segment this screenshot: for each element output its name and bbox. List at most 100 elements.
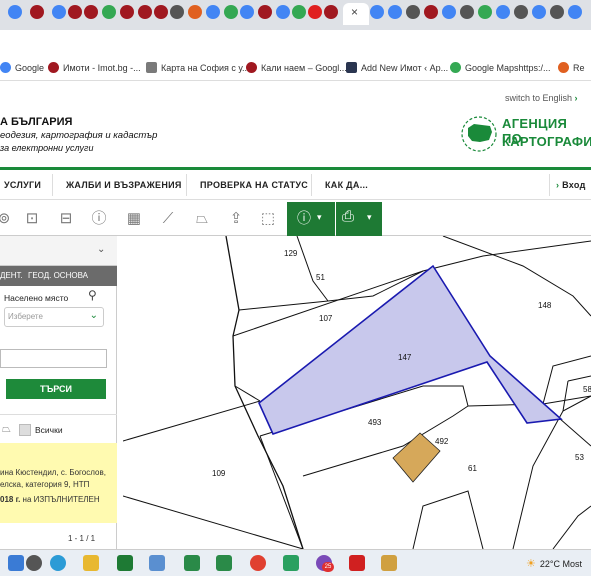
edge-icon[interactable] [50,555,66,571]
parcel-label: 53 [575,453,584,462]
login-link[interactable]: › Вход [556,180,586,190]
select-all-checkbox[interactable] [19,424,31,436]
tab-favicon[interactable] [514,5,528,19]
tab-favicon[interactable] [292,5,306,19]
info-icon[interactable]: ⓘ [89,209,109,229]
store-icon[interactable] [117,555,133,571]
search-result-item[interactable]: ина Кюстендил, с. Богослов, елска, катег… [0,443,117,523]
parcel-label: 129 [284,249,298,258]
tab-favicon[interactable] [324,5,338,19]
tab-favicon[interactable] [206,5,220,19]
tab-favicon[interactable] [424,5,438,19]
tab-favicon[interactable] [138,5,152,19]
tab-favicon[interactable] [188,5,202,19]
bookmark-google-maps[interactable]: Google Mapshttps:/... [450,62,551,73]
tab-favicon[interactable] [568,5,582,19]
tab-favicon[interactable] [308,5,322,19]
tab-favicon[interactable] [460,5,474,19]
tab-favicon[interactable] [258,5,272,19]
tab-favicon[interactable] [120,5,134,19]
tab-favicon[interactable] [496,5,510,19]
tab-geodetic-basis[interactable]: ГЕОД. ОСНОВА [28,271,88,280]
imot-icon [48,62,59,73]
tab-favicon[interactable] [240,5,254,19]
polygon-measure-icon[interactable]: ⏢ [192,209,212,229]
chevron-down-icon: ▾ [317,212,322,222]
tab-favicon[interactable] [102,5,116,19]
bookmark-re[interactable]: Re [558,62,585,73]
nav-item-status-check[interactable]: ПРОВЕРКА НА СТАТУС [200,180,308,190]
page-title: А БЪЛГАРИЯ [0,116,73,128]
agency-logo[interactable]: АГЕНЦИЯ ПО КАРТОГРАФИ [460,114,591,154]
nav-divider [52,174,53,196]
folder-icon[interactable] [381,555,397,571]
parcel-label: 109 [212,469,226,478]
tab-favicon[interactable] [154,5,168,19]
ruler-icon[interactable]: ⟋ [158,209,178,229]
bookmark-google[interactable]: Google [0,62,44,73]
target-icon[interactable]: ⊚ [0,209,14,229]
address-bar-area[interactable] [0,30,591,52]
grid-select-icon[interactable]: ▦ [124,209,144,229]
windows-start-icon[interactable] [8,555,24,571]
search-icon[interactable] [26,555,42,571]
parcel-label: 492 [435,437,449,446]
sheets-icon[interactable] [216,555,232,571]
nav-item-complaints[interactable]: ЖАЛБИ И ВЪЗРАЖЕНИЯ [66,180,182,190]
layers-info-button[interactable]: ⓘ ▾ [287,202,335,236]
search-sidebar: ⌄ ДЕНТ. ГЕОД. ОСНОВА Населено място ⚲ Из… [0,236,117,549]
tab-favicon[interactable] [370,5,384,19]
bookmark-add-new-imot[interactable]: Add New Имот ‹ Ap... [346,62,448,73]
sheets-icon[interactable] [283,555,299,571]
tab-identifier[interactable]: ДЕНТ. [0,271,23,280]
settlement-select[interactable]: Изберете ⌄ [4,307,104,327]
excel-icon[interactable] [184,555,200,571]
remove-frame-icon[interactable]: ⊟ [56,209,76,229]
building-outline [392,432,441,483]
tab-favicon[interactable] [52,5,66,19]
bookmark-sofia-map[interactable]: Карта на София с у... [146,62,249,73]
acrobat-icon[interactable] [349,555,365,571]
notification-badge: 25 [322,562,334,572]
search-button[interactable]: ТЪРСИ [6,379,106,399]
bookmarks-bar: Google Имоти - Imot.bg -... Карта на Соф… [0,55,591,81]
polygon-select-icon[interactable]: ⏢ [2,423,11,436]
tab-favicon[interactable] [478,5,492,19]
header-subtitle: еодезия, картография и кадастър [0,130,158,141]
chevron-down-icon: ⌄ [97,244,106,255]
file-explorer-icon[interactable] [83,555,99,571]
tab-favicon[interactable] [532,5,546,19]
tab-favicon[interactable] [224,5,238,19]
switch-language-link[interactable]: switch to English › [505,93,578,103]
login-icon: › [556,180,560,190]
tab-favicon[interactable] [276,5,290,19]
location-pin-icon[interactable]: ⚲ [88,288,97,302]
search-input[interactable] [0,349,107,368]
result-category: елска, категория 9, НТП [0,480,90,489]
tab-favicon[interactable] [442,5,456,19]
cadastral-map[interactable]: 129 51 107 147 148 493 492 109 61 53 58 [123,236,591,549]
tab-favicon[interactable] [84,5,98,19]
close-tab-icon[interactable]: × [351,5,358,19]
bookmark-kali-naem[interactable]: Кали наем – Googl... [246,62,347,73]
tab-favicon[interactable] [68,5,82,19]
tab-favicon[interactable] [550,5,564,19]
nav-item-how-to[interactable]: КАК ДА... [325,180,368,190]
tab-favicon[interactable] [406,5,420,19]
print-button[interactable]: ⎙ ▾ [336,202,382,236]
selected-parcel-147[interactable] [258,264,563,435]
tab-favicon[interactable] [388,5,402,19]
tab-favicon[interactable] [170,5,184,19]
sidebar-dropdown[interactable]: ⌄ [0,236,117,266]
photos-icon[interactable] [149,555,165,571]
upload-icon[interactable]: ⇪ [226,209,246,229]
tab-favicon[interactable] [30,5,44,19]
tab-favicon[interactable] [8,5,22,19]
weather-widget[interactable]: ☀ 22°C Most [526,557,582,570]
dashed-select-icon[interactable]: ⬚ [258,209,278,229]
chrome-icon[interactable] [250,555,266,571]
map-canvas[interactable]: 129 51 107 147 148 493 492 109 61 53 58 [123,236,591,549]
bookmark-imot[interactable]: Имоти - Imot.bg -... [48,62,141,73]
add-frame-icon[interactable]: ⊡ [22,209,42,229]
nav-item-services[interactable]: УСЛУГИ [4,180,41,190]
